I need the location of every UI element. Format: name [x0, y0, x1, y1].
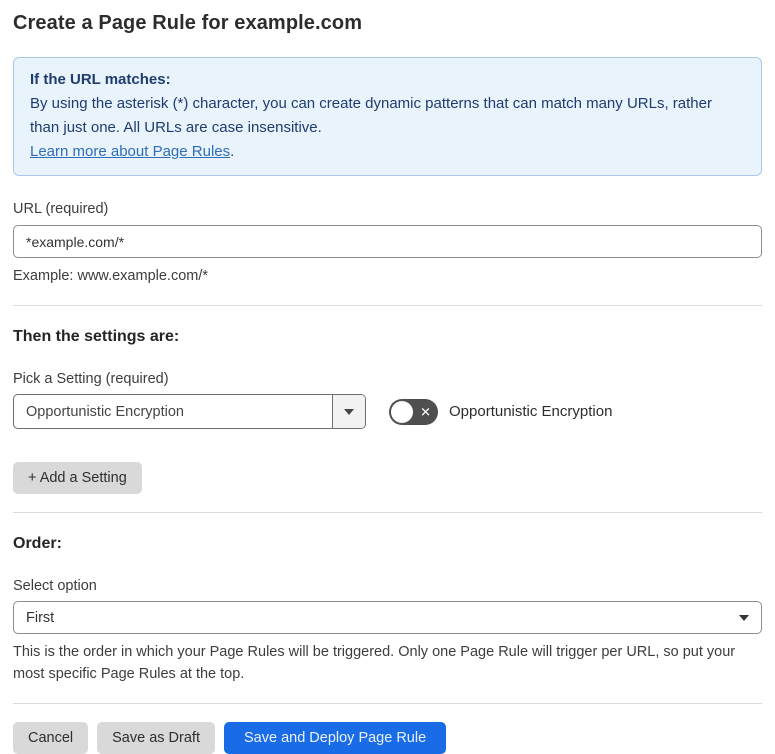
settings-section-heading: Then the settings are: [13, 328, 180, 345]
create-page-rule-panel: Create a Page Rule for example.com If th… [0, 0, 775, 754]
opportunistic-encryption-toggle[interactable]: ✕ [389, 398, 438, 425]
info-banner-heading: If the URL matches: [30, 71, 171, 88]
url-match-info-banner: If the URL matches: By using the asteris… [13, 57, 762, 176]
page-title: Create a Page Rule for example.com [13, 12, 363, 34]
pick-setting-label: Pick a Setting (required) [13, 371, 169, 387]
learn-more-page-rules-link[interactable]: Learn more about Page Rules [30, 143, 230, 160]
order-select-value: First [26, 609, 55, 626]
order-helper-text: This is the order in which your Page Rul… [13, 644, 736, 682]
info-banner-link-row: Learn more about Page Rules. [30, 140, 745, 164]
info-banner-body: By using the asterisk (*) character, you… [30, 95, 712, 136]
url-example-helper: Example: www.example.com/* [13, 268, 209, 284]
url-field-label: URL (required) [13, 201, 109, 217]
order-select-label: Select option [13, 578, 97, 594]
toggle-knob [391, 400, 413, 423]
toggle-off-x-icon: ✕ [420, 404, 431, 419]
save-as-draft-button[interactable]: Save as Draft [97, 722, 215, 754]
toggle-setting-label: Opportunistic Encryption [449, 403, 613, 420]
order-section-heading: Order: [13, 535, 62, 552]
chevron-down-icon [344, 408, 354, 415]
setting-dropdown-value: Opportunistic Encryption [26, 403, 184, 420]
section-divider [13, 512, 762, 513]
setting-dropdown[interactable]: Opportunistic Encryption [13, 394, 366, 429]
link-period-text: . [230, 143, 235, 160]
add-setting-button[interactable]: + Add a Setting [13, 462, 142, 494]
footer-actions: Cancel Save as Draft Save and Deploy Pag… [13, 722, 762, 754]
section-divider [13, 305, 762, 306]
setting-row: Opportunistic Encryption ✕ Opportunistic… [13, 394, 762, 429]
setting-dropdown-arrow-button[interactable] [332, 395, 365, 428]
order-select[interactable]: First [13, 601, 762, 634]
section-divider [13, 703, 762, 704]
url-input[interactable] [13, 225, 762, 258]
save-and-deploy-button[interactable]: Save and Deploy Page Rule [223, 722, 447, 754]
toggle-group: ✕ Opportunistic Encryption [389, 398, 613, 425]
chevron-down-icon [739, 614, 749, 621]
cancel-button[interactable]: Cancel [13, 722, 89, 754]
